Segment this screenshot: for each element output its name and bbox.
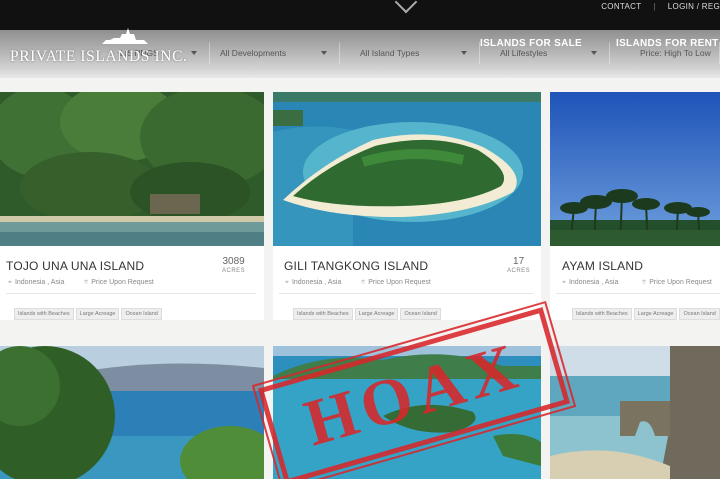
tag[interactable]: Ocean Island xyxy=(121,308,162,320)
filter-label: Price: High To Low xyxy=(640,48,711,58)
listing-price: ⌾ Price Upon Request xyxy=(642,279,712,287)
filter-label: All Island Types xyxy=(360,48,420,58)
location-text: Indonesia , Asia xyxy=(291,279,342,286)
nav-islands-for-rent[interactable]: ISLANDS FOR RENT xyxy=(616,38,719,49)
price-text: Price Upon Request xyxy=(368,279,431,286)
top-links: CONTACT | LOGIN / REG xyxy=(601,2,720,11)
tag[interactable]: Ocean Island xyxy=(679,308,720,320)
listing-photo[interactable] xyxy=(0,92,264,246)
tag[interactable]: Islands with Beaches xyxy=(293,308,353,320)
acreage-unit: ACRES xyxy=(222,268,246,274)
tag[interactable]: Ocean Island xyxy=(400,308,441,320)
acreage-value: 3089 xyxy=(222,256,245,267)
acreage-unit: ACRES xyxy=(507,268,531,274)
contact-link[interactable]: CONTACT xyxy=(601,2,641,11)
divider xyxy=(6,293,256,294)
chevron-down-icon xyxy=(461,51,467,55)
tag[interactable]: Islands with Beaches xyxy=(572,308,632,320)
price-tag-icon: ⌾ xyxy=(361,279,366,286)
listing-title[interactable]: AYAM ISLAND xyxy=(562,259,643,273)
logo-text: PRIVATE ISLANDS INC. xyxy=(10,48,188,65)
listing-photo[interactable] xyxy=(273,92,541,246)
listing-title[interactable]: GILI TANGKONG ISLAND xyxy=(284,259,428,273)
chevron-down-icon xyxy=(321,51,327,55)
listing-title[interactable]: TOJO UNA UNA ISLAND xyxy=(6,259,144,273)
location-pin-icon: ⌖ xyxy=(8,279,12,286)
site-logo[interactable]: PRIVATE ISLANDS INC. xyxy=(10,28,190,72)
listing-location: ⌖ Indonesia , Asia xyxy=(562,279,618,287)
login-link[interactable]: LOGIN / REG xyxy=(668,2,720,11)
site-header: LISTINGS All Developments All Island Typ… xyxy=(0,28,720,78)
listing-location: ⌖ Indonesia , Asia xyxy=(8,279,64,287)
divider xyxy=(556,293,720,294)
filter-label: All Lifestyles xyxy=(500,48,548,58)
listing-price: ⌾ Price Upon Request xyxy=(84,279,154,287)
price-text: Price Upon Request xyxy=(91,279,154,286)
castle-logo-icon xyxy=(102,28,148,44)
acreage: 17 ACRES xyxy=(507,256,530,274)
nav-islands-for-sale[interactable]: ISLANDS FOR SALE xyxy=(480,38,582,49)
location-text: Indonesia , Asia xyxy=(568,279,619,286)
price-tag-icon: ⌾ xyxy=(84,279,89,286)
price-tag-icon: ⌾ xyxy=(642,279,647,286)
chevron-down-icon xyxy=(591,51,597,55)
listing-card[interactable]: TOJO UNA UNA ISLAND 3089 ACRES ⌖ Indonesia… xyxy=(0,92,264,320)
divider xyxy=(279,293,533,294)
listing-photo[interactable] xyxy=(550,92,720,246)
location-pin-icon: ⌖ xyxy=(562,279,566,286)
tag[interactable]: Large Acreage xyxy=(633,308,678,320)
listing-location: ⌖ Indonesia , Asia xyxy=(285,279,341,287)
filter-developments[interactable]: All Developments xyxy=(210,42,340,64)
location-pin-icon: ⌖ xyxy=(285,279,289,286)
listing-photo[interactable] xyxy=(0,346,264,479)
listing-card[interactable]: GILI TANGKONG ISLAND 17 ACRES ⌖ Indonesia … xyxy=(273,92,541,320)
price-text: Price Upon Request xyxy=(649,279,712,286)
acreage: 3089 ACRES xyxy=(222,256,245,274)
tag[interactable]: Large Acreage xyxy=(75,308,120,320)
tag-list: Islands with Beaches Large Acreage Ocean I… xyxy=(293,302,443,320)
tag-list: Islands with Beaches Large Acreage Ocean I… xyxy=(572,302,720,320)
listing-price: ⌾ Price Upon Request xyxy=(361,279,431,287)
filter-label: All Developments xyxy=(220,48,287,58)
listing-photo[interactable] xyxy=(550,346,720,479)
chevron-down-icon xyxy=(191,51,197,55)
tag[interactable]: Large Acreage xyxy=(354,308,399,320)
acreage-value: 17 xyxy=(513,256,525,267)
tag[interactable]: Islands with Beaches xyxy=(14,308,74,320)
filter-island-types[interactable]: All Island Types xyxy=(350,42,480,64)
chevron-down-icon[interactable] xyxy=(394,0,418,14)
tag-list: Islands with Beaches Large Acreage Ocean I… xyxy=(14,302,164,320)
listing-card[interactable]: AYAM ISLAND ⌖ Indonesia , Asia ⌾ Price Upo… xyxy=(550,92,720,320)
location-text: Indonesia , Asia xyxy=(14,279,65,286)
